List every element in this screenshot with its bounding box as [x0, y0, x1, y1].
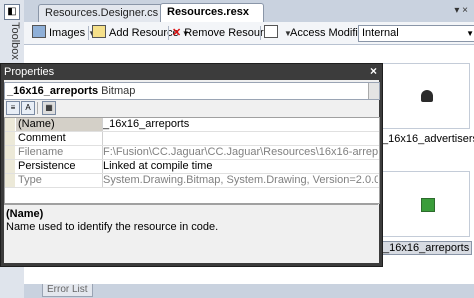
row-gutter: [5, 160, 15, 173]
toolbar-divider: [37, 102, 38, 114]
tab-resources-resx[interactable]: Resources.resx: [160, 3, 264, 22]
object-type: Bitmap: [101, 85, 136, 97]
error-list-tab[interactable]: Error List: [42, 284, 93, 297]
property-key: Comment: [16, 132, 103, 145]
tab-resources-designer[interactable]: Resources.Designer.cs: [38, 4, 168, 22]
property-row-comment[interactable]: Comment: [5, 132, 379, 146]
alphabetical-icon[interactable]: A: [21, 101, 35, 115]
toolbar-divider: [88, 26, 89, 40]
row-gutter: [5, 132, 15, 145]
remove-resource-label: Remove Resource: [184, 27, 276, 39]
property-value[interactable]: [103, 132, 378, 145]
resource-thumbnail-advertisers[interactable]: [382, 63, 470, 129]
row-gutter: [5, 174, 15, 187]
images-label: Images: [49, 27, 86, 39]
properties-toolbar: ≡ A ▦: [4, 100, 378, 116]
images-dropdown-button[interactable]: Images▼: [32, 25, 96, 41]
property-row-persistence[interactable]: Persistence Linked at compile time: [5, 160, 379, 174]
row-gutter: [5, 118, 15, 131]
toolbox-pin-icon[interactable]: ◧: [4, 4, 20, 20]
resource-toolbar: Images▼ Add Resource▼ ✕Remove Resource ▼…: [24, 22, 474, 45]
properties-body: _16x16_arreports Bitmap ≡ A ▦ (Name) _16x…: [4, 80, 380, 263]
object-selector[interactable]: _16x16_arreports Bitmap: [4, 82, 380, 100]
property-key: Persistence: [16, 160, 103, 173]
remove-icon: ✕: [172, 27, 182, 39]
property-key: (Name): [16, 118, 103, 131]
bottom-tool-tabs: Error List: [24, 284, 474, 298]
toolbar-divider: [168, 26, 169, 40]
property-value: System.Drawing.Bitmap, System.Drawing, V…: [103, 174, 378, 186]
property-key: Filename: [16, 146, 103, 159]
resource-thumbnail-arreports[interactable]: [382, 171, 470, 237]
property-value[interactable]: _16x16_arreports: [103, 118, 378, 131]
images-icon: [32, 25, 46, 38]
advertisers-bitmap-icon: [421, 90, 433, 102]
property-value[interactable]: Linked at compile time: [103, 160, 378, 173]
property-row-type[interactable]: Type System.Drawing.Bitmap, System.Drawi…: [5, 174, 379, 188]
description-title: (Name): [6, 208, 44, 220]
arreports-bitmap-icon: [421, 198, 435, 212]
tab-overflow-icon[interactable]: ▾ ×: [454, 5, 468, 16]
access-modifier-value: Internal: [362, 27, 399, 39]
property-key: Type: [16, 174, 103, 187]
description-text: Name used to identify the resource in co…: [6, 221, 219, 233]
property-row-filename[interactable]: Filename F:\Fusion\CC.Jaguar\CC.Jaguar\R…: [5, 146, 379, 160]
chevron-down-icon: ▼: [466, 29, 474, 38]
access-modifier-select[interactable]: Internal ▼: [358, 25, 474, 42]
property-pages-icon[interactable]: ▦: [42, 101, 56, 115]
views-dropdown-button[interactable]: ▼: [264, 25, 292, 41]
toolbar-divider: [260, 26, 261, 40]
row-gutter: [5, 146, 15, 159]
resource-label-arreports[interactable]: _16x16_arreports: [380, 241, 473, 255]
categorized-icon[interactable]: ≡: [6, 101, 20, 115]
object-selector-dropdown[interactable]: [368, 83, 379, 99]
description-pane: (Name) Name used to identify the resourc…: [4, 204, 378, 262]
property-value: F:\Fusion\CC.Jaguar\CC.Jaguar\Resources\…: [103, 146, 378, 158]
property-row-name[interactable]: (Name) _16x16_arreports: [5, 118, 379, 132]
property-grid: (Name) _16x16_arreports Comment Filename…: [4, 117, 380, 204]
properties-title: Properties: [4, 66, 55, 78]
resource-label-advertisers[interactable]: _16x16_advertisers: [382, 133, 474, 145]
add-resource-icon: [92, 25, 106, 38]
document-tabs: Resources.Designer.cs Resources.resx ▾ ×: [24, 0, 474, 23]
properties-window: Properties × _16x16_arreports Bitmap ≡ A …: [0, 63, 383, 267]
close-icon[interactable]: ×: [370, 64, 377, 78]
properties-titlebar[interactable]: Properties ×: [1, 64, 382, 80]
object-name: _16x16_arreports: [7, 85, 99, 97]
view-grid-icon: [264, 25, 278, 38]
